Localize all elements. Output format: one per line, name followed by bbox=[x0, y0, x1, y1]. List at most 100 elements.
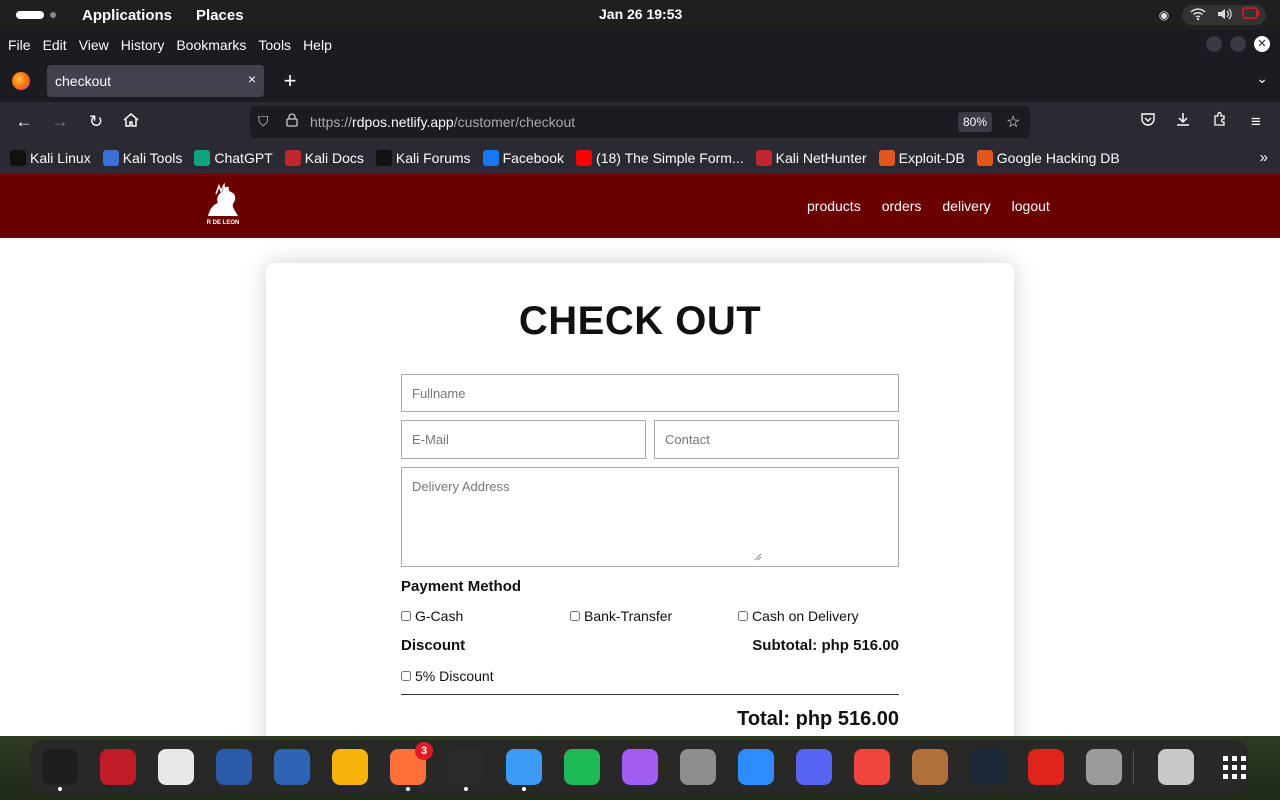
fullname-input[interactable] bbox=[401, 374, 899, 412]
activities-indicator[interactable] bbox=[16, 11, 44, 19]
orange-app-icon[interactable] bbox=[332, 749, 368, 785]
finder-icon[interactable] bbox=[506, 749, 542, 785]
menu-tools[interactable]: Tools bbox=[258, 37, 291, 53]
email-input[interactable] bbox=[401, 420, 646, 459]
bookmark-kali-nethunter[interactable]: Kali NetHunter bbox=[755, 150, 867, 166]
divider bbox=[401, 694, 899, 695]
steam-icon[interactable] bbox=[970, 749, 1006, 785]
volume-app-icon[interactable] bbox=[1086, 749, 1122, 785]
bookmark-chatgpt[interactable]: ChatGPT bbox=[194, 150, 273, 166]
spotify-icon[interactable] bbox=[564, 749, 600, 785]
payment-option-gcash[interactable]: G-Cash bbox=[401, 608, 463, 624]
menu-history[interactable]: History bbox=[121, 37, 165, 53]
text-editor-icon[interactable] bbox=[158, 749, 194, 785]
settings-icon[interactable] bbox=[680, 749, 716, 785]
home-icon[interactable] bbox=[120, 111, 142, 133]
contact-input[interactable] bbox=[654, 420, 899, 459]
menu-view[interactable]: View bbox=[79, 37, 109, 53]
nav-delivery[interactable]: delivery bbox=[942, 198, 990, 214]
nav-orders[interactable]: orders bbox=[882, 198, 922, 214]
applications-menu[interactable]: Applications bbox=[82, 7, 172, 24]
menu-bookmarks[interactable]: Bookmarks bbox=[176, 37, 246, 53]
bookmark-kali-linux[interactable]: Kali Linux bbox=[10, 150, 91, 166]
anydesk-icon[interactable] bbox=[854, 749, 890, 785]
status-menu[interactable] bbox=[1182, 5, 1266, 25]
metasploit-icon[interactable] bbox=[216, 749, 252, 785]
messenger-icon[interactable] bbox=[622, 749, 658, 785]
bookmark-star-icon[interactable]: ☆ bbox=[1006, 112, 1020, 132]
bookmark-label: (18) The Simple Form... bbox=[596, 150, 744, 166]
cod-checkbox[interactable] bbox=[738, 611, 748, 621]
forward-icon[interactable]: → bbox=[49, 111, 71, 133]
browser-menu-bar: File Edit View History Bookmarks Tools H… bbox=[0, 30, 1280, 60]
url-bar[interactable]: ⛉ https://rdpos.netlify.app/customer/che… bbox=[250, 106, 1030, 138]
bookmarks-toolbar: Kali Linux Kali Tools ChatGPT Kali Docs … bbox=[0, 142, 1280, 174]
messenger-tray-icon[interactable]: ◉ bbox=[1156, 7, 1172, 23]
back-icon[interactable]: ← bbox=[13, 111, 35, 133]
discount-label: Discount bbox=[401, 637, 466, 654]
youtube-icon bbox=[576, 150, 593, 166]
clock[interactable]: Jan 26 19:53 bbox=[599, 6, 682, 22]
menu-file[interactable]: File bbox=[8, 37, 31, 53]
new-tab-button[interactable]: + bbox=[280, 68, 300, 94]
dock-separator bbox=[1133, 750, 1134, 784]
bookmark-facebook[interactable]: Facebook bbox=[482, 150, 564, 166]
url-text[interactable]: https://rdpos.netlify.app/customer/check… bbox=[310, 114, 575, 130]
bookmark-kali-docs[interactable]: Kali Docs bbox=[284, 150, 364, 166]
places-menu[interactable]: Places bbox=[196, 7, 244, 24]
extensions-icon[interactable] bbox=[1209, 111, 1231, 133]
bank-transfer-checkbox[interactable] bbox=[570, 611, 580, 621]
close-window-button[interactable]: ✕ bbox=[1254, 36, 1270, 52]
maximize-button[interactable] bbox=[1230, 36, 1246, 52]
firefox-view-icon[interactable] bbox=[12, 72, 30, 90]
payment-option-bank-transfer[interactable]: Bank-Transfer bbox=[570, 608, 672, 624]
bookmark-label: ChatGPT bbox=[214, 150, 273, 166]
lock-icon[interactable] bbox=[286, 113, 298, 130]
trash-icon[interactable] bbox=[1158, 749, 1194, 785]
logo-emblem-icon bbox=[208, 182, 238, 216]
list-all-tabs-icon[interactable]: ⌄ bbox=[1256, 70, 1268, 87]
bookmark-label: Google Hacking DB bbox=[996, 150, 1120, 166]
nav-products[interactable]: products bbox=[807, 198, 861, 214]
downloads-icon[interactable] bbox=[1172, 111, 1194, 133]
tab-checkout[interactable]: checkout × bbox=[47, 65, 264, 97]
acrobat-icon[interactable] bbox=[1028, 749, 1064, 785]
bookmark-exploit-db[interactable]: Exploit-DB bbox=[878, 150, 965, 166]
wireshark-icon[interactable] bbox=[274, 749, 310, 785]
terminal-icon[interactable] bbox=[42, 749, 78, 785]
running-indicator bbox=[406, 787, 410, 791]
gcash-label: G-Cash bbox=[415, 608, 464, 624]
gcash-checkbox[interactable] bbox=[401, 611, 411, 621]
zoom-indicator[interactable]: 80% bbox=[958, 112, 993, 132]
url-path: /customer/checkout bbox=[453, 114, 576, 130]
bookmark-label: Kali Forums bbox=[395, 150, 471, 166]
delivery-address-textarea[interactable] bbox=[401, 467, 899, 567]
reload-icon[interactable]: ↻ bbox=[85, 111, 107, 133]
menu-edit[interactable]: Edit bbox=[43, 37, 67, 53]
menu-help[interactable]: Help bbox=[303, 37, 332, 53]
app-menu-icon[interactable]: ≡ bbox=[1245, 111, 1267, 133]
more-bookmarks-icon[interactable]: » bbox=[1260, 149, 1268, 166]
bookmark-kali-tools[interactable]: Kali Tools bbox=[102, 150, 182, 166]
game-icon[interactable] bbox=[912, 749, 948, 785]
discord-icon[interactable] bbox=[796, 749, 832, 785]
kali-dragon-icon bbox=[10, 150, 26, 166]
site-nav: products orders delivery logout bbox=[807, 198, 1050, 214]
payment-option-cod[interactable]: Cash on Delivery bbox=[738, 608, 859, 624]
minimize-button[interactable] bbox=[1206, 36, 1222, 52]
site-logo[interactable]: R DE LEON bbox=[202, 182, 244, 230]
nav-logout[interactable]: logout bbox=[1012, 198, 1050, 214]
bookmark-youtube[interactable]: (18) The Simple Form... bbox=[576, 150, 744, 166]
tracking-protection-icon[interactable]: ⛉ bbox=[258, 113, 269, 130]
tab-close-icon[interactable]: × bbox=[248, 71, 256, 87]
bookmark-google-hacking-db[interactable]: Google Hacking DB bbox=[976, 150, 1120, 166]
root-terminal-icon[interactable] bbox=[100, 749, 136, 785]
zoom-icon[interactable] bbox=[738, 749, 774, 785]
vscode-icon[interactable] bbox=[448, 749, 484, 785]
app-grid-icon[interactable] bbox=[1216, 749, 1252, 785]
bookmark-kali-forums[interactable]: Kali Forums bbox=[375, 150, 471, 166]
discount-checkbox[interactable] bbox=[401, 671, 411, 681]
discount-option[interactable]: 5% Discount bbox=[401, 668, 494, 684]
battery-icon bbox=[1242, 7, 1260, 23]
pocket-icon[interactable] bbox=[1137, 111, 1159, 133]
